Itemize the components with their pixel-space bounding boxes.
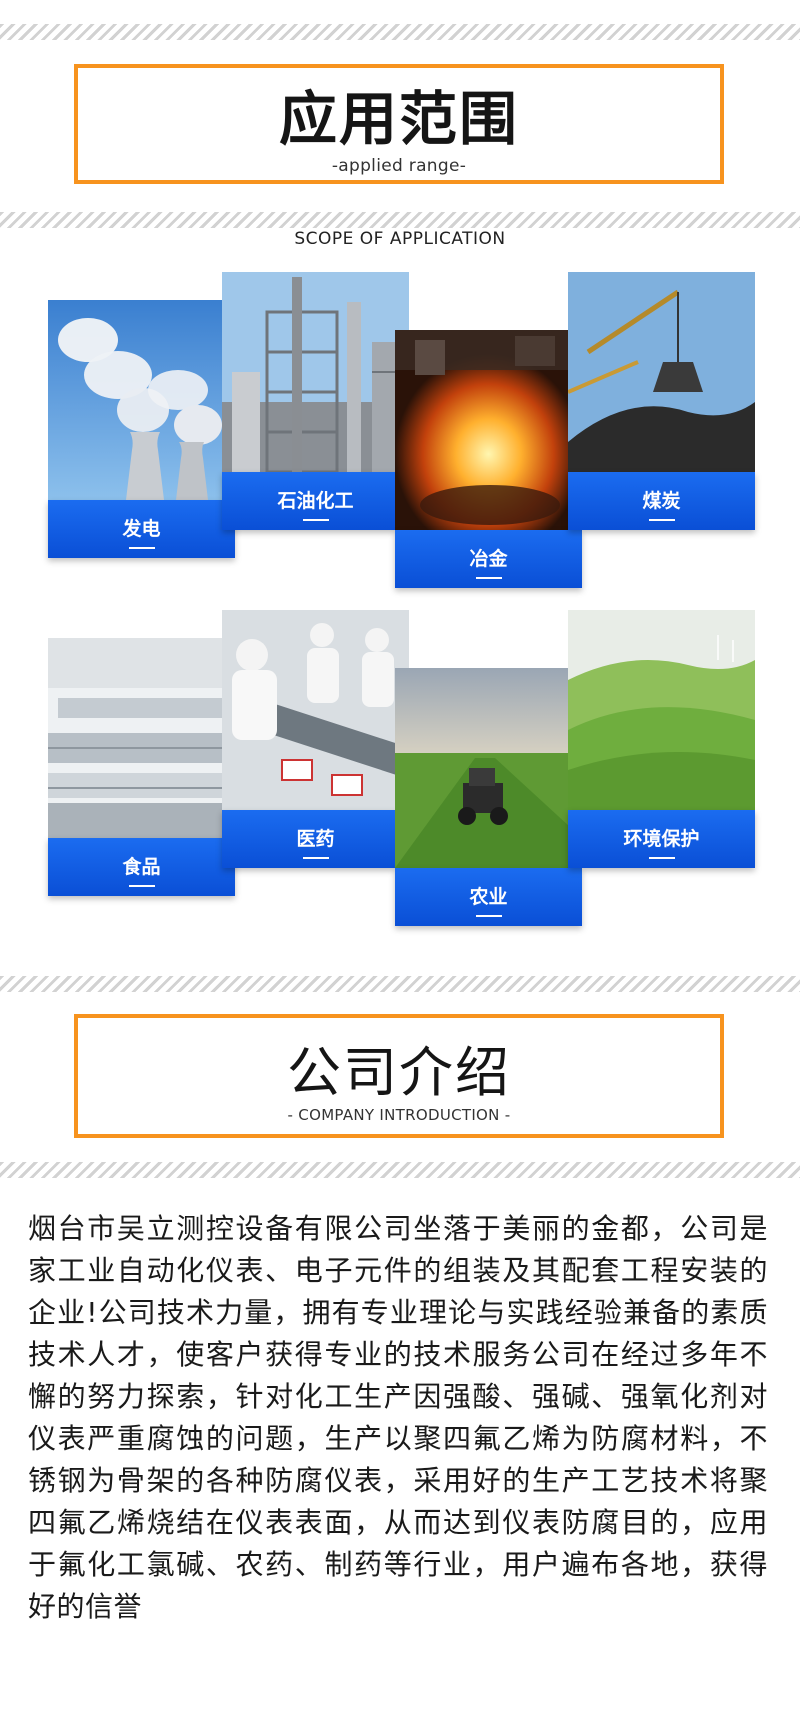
application-label-text: 农业	[469, 886, 508, 908]
section-title: 公司介绍	[287, 1041, 511, 1104]
application-label: 医药	[222, 810, 409, 868]
coal-excavator-image	[568, 272, 755, 472]
pharma-workers-image	[222, 610, 409, 810]
application-card-agriculture: 农业	[395, 668, 582, 926]
section-title-box: 公司介绍 - COMPANY INTRODUCTION -	[74, 1014, 724, 1138]
application-label-text: 发电	[122, 518, 161, 540]
decorative-stripe	[0, 1162, 800, 1178]
application-card-food: 食品	[48, 638, 235, 896]
application-label: 食品	[48, 838, 235, 896]
application-label-text: 环境保护	[623, 828, 700, 850]
company-intro-text: 烟台市吴立测控设备有限公司坐落于美丽的金都，公司是家工业自动化仪表、电子元件的组…	[28, 1212, 768, 1623]
section-subtitle: -applied range-	[331, 156, 467, 176]
label-underline	[128, 547, 155, 549]
application-card-environment: 环境保护	[568, 610, 755, 868]
application-label: 石油化工	[222, 472, 409, 530]
application-label-text: 冶金	[469, 548, 508, 570]
application-label: 农业	[395, 868, 582, 926]
application-label: 煤炭	[568, 472, 755, 530]
application-label: 环境保护	[568, 810, 755, 868]
cooling-towers-image	[48, 300, 235, 500]
tractor-field-image	[395, 668, 582, 868]
refinery-image	[222, 272, 409, 472]
section-title: 应用范围	[278, 85, 519, 153]
label-underline	[648, 519, 675, 521]
application-card-metallurgy: 冶金	[395, 330, 582, 588]
application-label: 发电	[48, 500, 235, 558]
steel-furnace-image	[395, 330, 582, 530]
section-subtitle: - COMPANY INTRODUCTION -	[287, 1106, 511, 1124]
section-title-box: 应用范围 -applied range-	[74, 64, 724, 184]
decorative-stripe	[0, 976, 800, 992]
application-card-petrochemical: 石油化工	[222, 272, 409, 530]
label-underline	[302, 857, 329, 859]
label-underline	[302, 519, 329, 521]
food-production-line-image	[48, 638, 235, 838]
application-label: 冶金	[395, 530, 582, 588]
label-underline	[648, 857, 675, 859]
application-label-text: 医药	[296, 828, 335, 850]
label-underline	[475, 915, 502, 917]
scope-label: SCOPE OF APPLICATION	[294, 229, 506, 249]
application-card-pharma: 医药	[222, 610, 409, 868]
application-label-text: 食品	[122, 856, 161, 878]
label-underline	[128, 885, 155, 887]
application-label-text: 煤炭	[642, 490, 681, 512]
green-hills-image	[568, 610, 755, 810]
decorative-stripe	[0, 212, 800, 228]
application-label-text: 石油化工	[277, 490, 354, 512]
application-card-coal: 煤炭	[568, 272, 755, 530]
decorative-stripe	[0, 24, 800, 40]
label-underline	[475, 577, 502, 579]
application-card-power: 发电	[48, 300, 235, 560]
